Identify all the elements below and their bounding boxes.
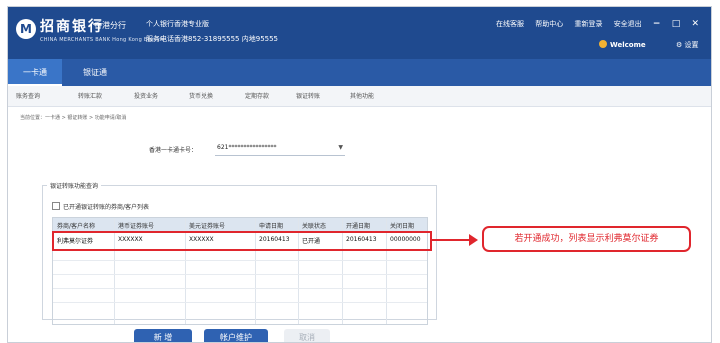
highlight-box [52, 231, 432, 251]
sub-navigation: 账务查询 转账汇款 投资业务 货币兑换 定期存款 银证转账 其他功能 [8, 86, 711, 107]
logout-link[interactable]: 安全退出 [614, 20, 642, 28]
tab-yikatong[interactable]: 一卡通 [8, 59, 62, 86]
welcome-text: Welcome [610, 41, 646, 49]
smile-icon [599, 40, 607, 48]
minimize-icon[interactable]: − [653, 19, 661, 29]
fieldset-title: 银证转账功能查询 [47, 181, 102, 190]
subnav-transfer[interactable]: 转账汇款 [78, 91, 102, 100]
subnav-time-deposit[interactable]: 定期存款 [245, 91, 269, 100]
branch-name: 香港分行 [94, 21, 126, 30]
card-number-value: 621**************** [217, 144, 277, 151]
column-header: 开通日期 [346, 223, 371, 230]
column-header: 港币证券账号 [118, 223, 155, 230]
header-info-line1: 个人银行香港专业版 [146, 20, 209, 28]
settings-button[interactable]: ⚙ 设置 [676, 40, 699, 50]
grid-line [53, 288, 427, 289]
subnav-currency-exchange[interactable]: 货币兑换 [189, 91, 213, 100]
column-header: 关联状态 [302, 223, 327, 230]
top-links: 在线客服 帮助中心 重新登录 安全退出 − □ ✕ [487, 19, 699, 29]
grid-line [53, 274, 427, 275]
arrow-line [432, 239, 470, 241]
bank-name-en: CHINA MERCHANTS BANK Hong Kong Branch [40, 37, 164, 43]
bank-logo-icon: M [16, 19, 36, 39]
gear-icon: ⚙ [676, 41, 683, 49]
checkbox-label: 已开通银证转账的券商/客户列表 [63, 204, 150, 211]
card-number-select[interactable]: 621**************** ▼ [215, 141, 345, 156]
app-window: M 招商银行 CHINA MERCHANTS BANK Hong Kong Br… [7, 6, 712, 343]
column-header: 申请日期 [259, 223, 284, 230]
column-header: 券商/客户名称 [57, 223, 96, 230]
annotation-callout: 若开通成功，列表显示利弗莫尔证券 [482, 226, 691, 252]
grid-line [53, 302, 427, 303]
online-service-link[interactable]: 在线客服 [496, 20, 524, 28]
cancel-button[interactable]: 取消 [284, 329, 330, 342]
grid-line [53, 260, 427, 261]
card-number-label: 香港一卡通卡号： [149, 147, 198, 154]
chevron-down-icon: ▼ [338, 144, 343, 151]
add-button[interactable]: 新 增 [134, 329, 192, 342]
close-icon[interactable]: ✕ [691, 19, 699, 29]
subnav-other-functions[interactable]: 其他功能 [350, 91, 374, 100]
maximize-icon[interactable]: □ [672, 19, 681, 29]
breadcrumb: 当前位置：一卡通 > 银证转账 > 功能申请/取消 [20, 115, 127, 121]
header-bar: M 招商银行 CHINA MERCHANTS BANK Hong Kong Br… [8, 7, 711, 59]
main-tabs: 一卡通 银证通 [8, 59, 711, 86]
opened-list-checkbox-row[interactable]: 已开通银证转账的券商/客户列表 [52, 202, 149, 211]
relogin-link[interactable]: 重新登录 [574, 20, 602, 28]
help-center-link[interactable]: 帮助中心 [535, 20, 563, 28]
subnav-account-query[interactable]: 账务查询 [16, 91, 40, 100]
welcome-badge: Welcome [599, 40, 646, 49]
settings-label: 设置 [684, 41, 699, 49]
subnav-investment[interactable]: 投资业务 [134, 91, 158, 100]
tab-yinzhengtong[interactable]: 银证通 [66, 59, 124, 86]
column-header: 关闭日期 [390, 223, 415, 230]
header-info-line2: 服务电话香港852-31895555 内地95555 [146, 35, 279, 43]
account-maintenance-button[interactable]: 帐户维护 [204, 329, 268, 342]
opened-list-checkbox[interactable] [52, 202, 60, 210]
arrow-right-icon [469, 234, 478, 246]
subnav-bank-securities-transfer[interactable]: 银证转账 [296, 91, 320, 100]
column-header: 美元证券账号 [189, 223, 226, 230]
